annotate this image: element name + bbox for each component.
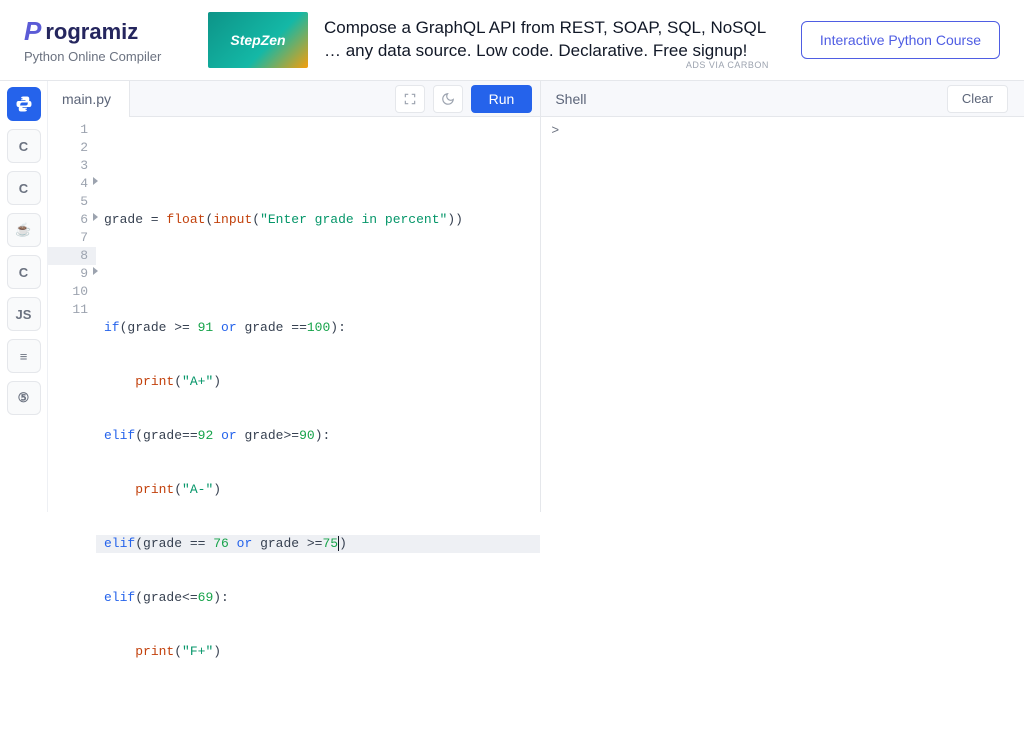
lang-cpp[interactable]: C — [7, 171, 41, 205]
line-number: 8 — [48, 247, 96, 265]
language-rail: C C ☕ C JS ≡ ⑤ — [0, 81, 48, 512]
code-editor[interactable]: 1 2 3 4 5 6 7 8 9 10 11 grade = float(in… — [48, 117, 540, 751]
line-number: 6 — [48, 211, 96, 229]
code-line — [96, 157, 540, 175]
ad-disclaimer: ADS VIA CARBON — [686, 60, 769, 70]
code-line: elif(grade<=69): — [96, 589, 540, 607]
main: C C ☕ C JS ≡ ⑤ main.py Run 1 2 3 — [0, 80, 1024, 512]
fullscreen-button[interactable] — [395, 85, 425, 113]
code-line: print("A-") — [96, 481, 540, 499]
line-number: 5 — [48, 193, 96, 211]
ad-banner-image: StepZen — [208, 12, 308, 68]
brand-subtitle: Python Online Compiler — [24, 49, 184, 64]
line-number: 11 — [48, 301, 96, 319]
lang-html[interactable]: ⑤ — [7, 381, 41, 415]
fullscreen-icon — [403, 92, 417, 106]
header: Programiz Python Online Compiler StepZen… — [0, 0, 1024, 80]
fold-icon[interactable] — [93, 177, 98, 185]
code-line: grade = float(input("Enter grade in perc… — [96, 211, 540, 229]
ad-copy: Compose a GraphQL API from REST, SOAP, S… — [324, 17, 766, 63]
code-line: print("F+") — [96, 643, 540, 661]
ad-banner-text: StepZen — [230, 32, 285, 48]
run-button[interactable]: Run — [471, 85, 533, 113]
logo-text: rogramiz — [45, 19, 138, 45]
line-number: 3 — [48, 157, 96, 175]
lang-c[interactable]: C — [7, 129, 41, 163]
shell-tabbar: Shell Clear — [541, 81, 1024, 117]
line-number: 2 — [48, 139, 96, 157]
code-line: elif(grade == 76 or grade >=75) — [96, 535, 540, 553]
line-number: 9 — [48, 265, 96, 283]
lang-js[interactable]: JS — [7, 297, 41, 331]
ad-slot[interactable]: StepZen Compose a GraphQL API from REST,… — [208, 12, 777, 68]
file-tab[interactable]: main.py — [48, 81, 130, 117]
shell-prompt: > — [551, 123, 559, 138]
shell-pane: Shell Clear > — [541, 81, 1024, 512]
editor-pane: main.py Run 1 2 3 4 5 6 7 8 9 10 — [48, 81, 541, 512]
code-area[interactable]: grade = float(input("Enter grade in perc… — [96, 117, 540, 751]
clear-button[interactable]: Clear — [947, 85, 1008, 113]
lang-sql[interactable]: ≡ — [7, 339, 41, 373]
file-tab-label: main.py — [62, 91, 111, 107]
logo[interactable]: Programiz — [24, 16, 184, 47]
fold-icon[interactable] — [93, 267, 98, 275]
code-line: elif(grade==92 or grade>=90): — [96, 427, 540, 445]
brand: Programiz Python Online Compiler — [24, 16, 184, 64]
course-button[interactable]: Interactive Python Course — [801, 21, 1000, 59]
editor-tabbar: main.py Run — [48, 81, 540, 117]
code-line — [96, 697, 540, 715]
line-number: 7 — [48, 229, 96, 247]
python-icon — [15, 95, 33, 113]
logo-mark: P — [24, 16, 41, 47]
lang-csharp[interactable]: C — [7, 255, 41, 289]
moon-icon — [441, 92, 455, 106]
fold-icon[interactable] — [93, 213, 98, 221]
line-gutter: 1 2 3 4 5 6 7 8 9 10 11 — [48, 117, 96, 751]
ad-line-1: Compose a GraphQL API from REST, SOAP, S… — [324, 17, 766, 40]
shell-output[interactable]: > — [541, 117, 1024, 512]
code-line — [96, 265, 540, 283]
code-line: if(grade >= 91 or grade ==100): — [96, 319, 540, 337]
shell-title: Shell — [541, 91, 600, 107]
code-line: print("A+") — [96, 373, 540, 391]
line-number: 4 — [48, 175, 96, 193]
lang-java[interactable]: ☕ — [7, 213, 41, 247]
line-number: 1 — [48, 121, 96, 139]
theme-button[interactable] — [433, 85, 463, 113]
lang-python[interactable] — [7, 87, 41, 121]
line-number: 10 — [48, 283, 96, 301]
